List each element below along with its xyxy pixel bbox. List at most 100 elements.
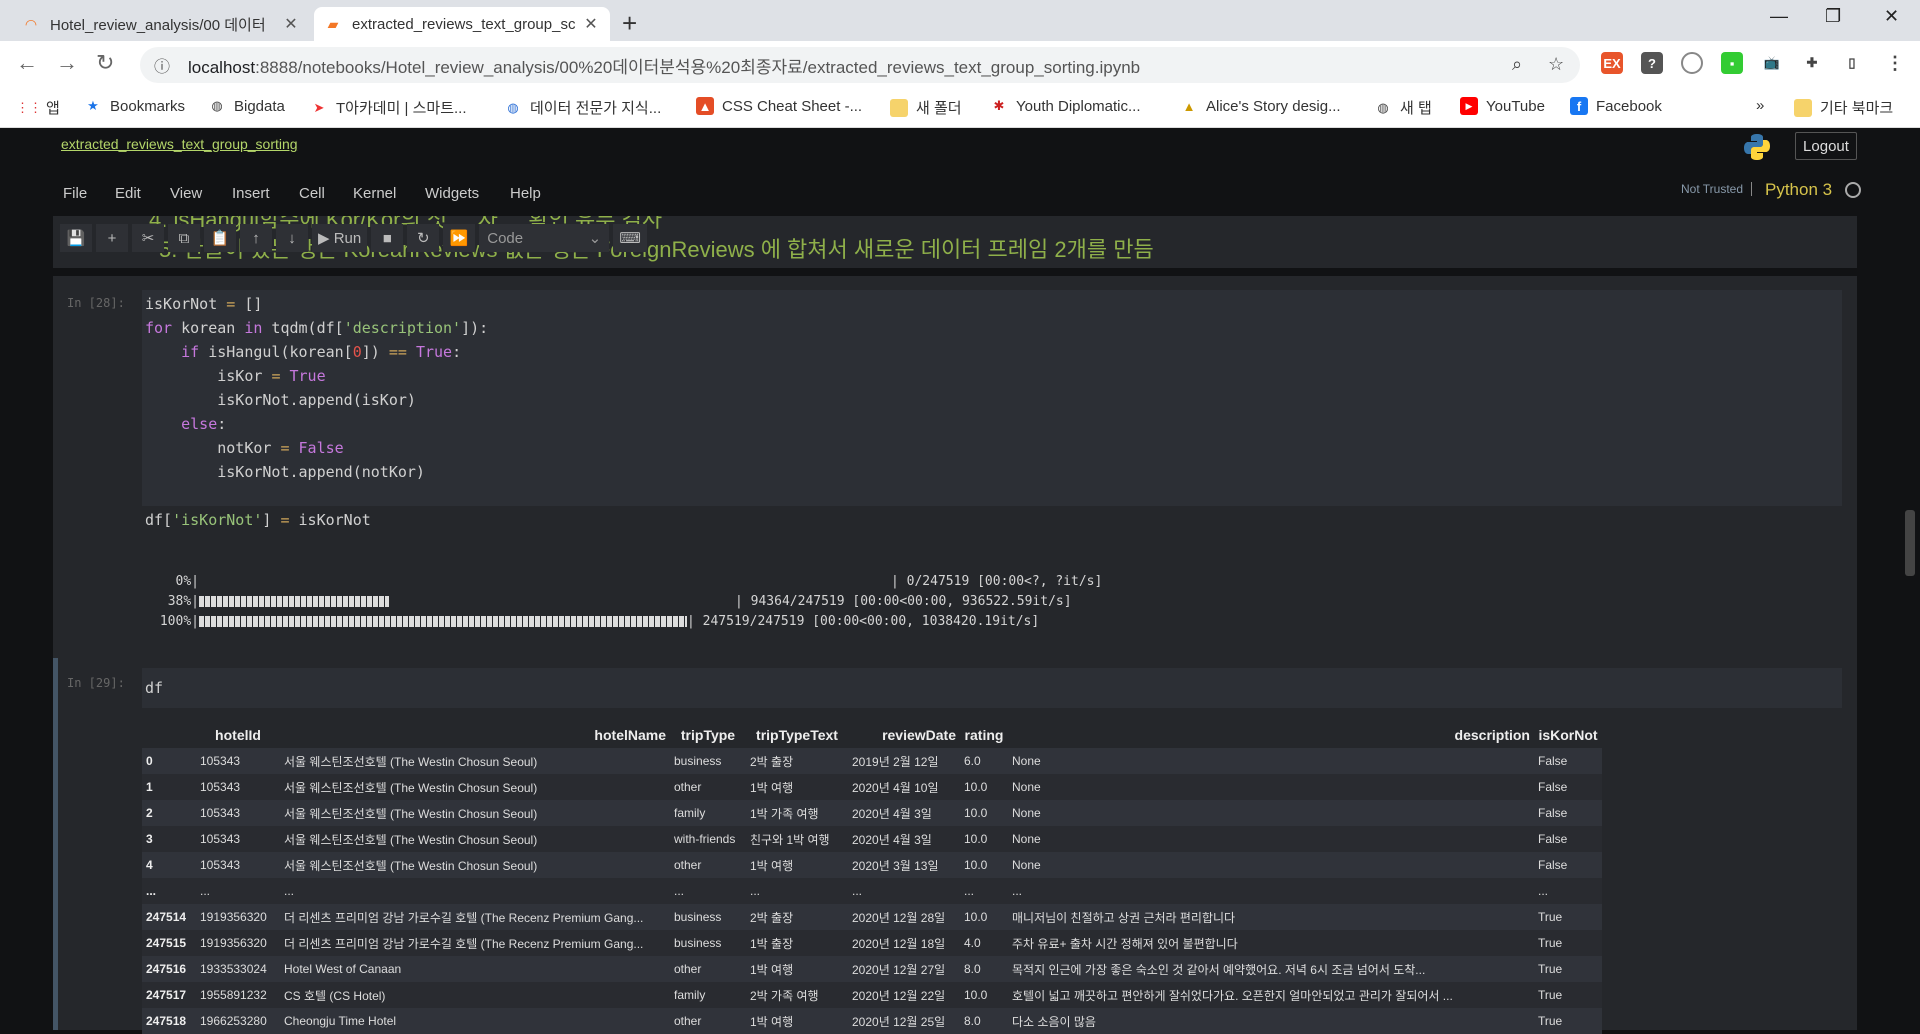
table-row: 2 105343 서울 웨스틴조선호텔 (The Westin Chosun Seo…	[142, 800, 1602, 826]
address-bar[interactable]: ⓘ localhost:8888/notebooks/Hotel_review_…	[140, 47, 1580, 83]
table-header-row: hotelId hotelName tripType tripTypeText …	[142, 722, 1602, 748]
bookmark-bigdata[interactable]: ◍ Bigdata	[208, 97, 285, 115]
menu-cell[interactable]: Cell	[299, 185, 325, 202]
progress-bar	[199, 616, 687, 627]
phone-extension-icon[interactable]: ▯	[1841, 52, 1863, 74]
table-cell: 더 리센츠 프리미엄 강남 가로수길 호텔 (The Recenz Premiu…	[280, 904, 670, 930]
table-cell: False	[1534, 800, 1602, 826]
bookmark-label: CSS Cheat Sheet -...	[722, 97, 863, 115]
tab-extracted-reviews[interactable]: ▰ extracted_reviews_text_group_sc ✕	[314, 7, 610, 41]
menu-view[interactable]: View	[170, 185, 202, 202]
table-cell: 친구와 1박 여행	[746, 826, 848, 852]
table-cell: with-friends	[670, 826, 746, 852]
trust-status[interactable]: Not Trusted	[1681, 182, 1753, 196]
run-button[interactable]: ▶ Run	[312, 224, 368, 252]
progress-status: | 0/247519 [00:00<?, ?it/s]	[891, 574, 1103, 589]
table-cell: 105343	[196, 800, 280, 826]
table-cell: 서울 웨스틴조선호텔 (The Westin Chosun Seoul)	[280, 748, 670, 774]
stop-icon[interactable]: ■	[371, 224, 404, 252]
minimize-icon[interactable]: —	[1770, 6, 1788, 27]
restore-icon[interactable]: ❐	[1825, 6, 1841, 27]
table-row: 4 105343 서울 웨스틴조선호텔 (The Westin Chosun Seo…	[142, 852, 1602, 878]
restart-run-icon[interactable]: ⏩	[443, 224, 476, 252]
table-cell: 1박 여행	[746, 852, 848, 878]
add-cell-icon[interactable]: +	[96, 224, 128, 252]
table-cell: 1966253280	[196, 1008, 280, 1034]
table-row: 247514 1919356320 더 리센츠 프리미엄 강남 가로수길 호텔 (T…	[142, 904, 1602, 930]
bookmark-youtube[interactable]: ▶ YouTube	[1460, 97, 1545, 115]
move-up-icon[interactable]: ↑	[240, 224, 272, 252]
table-cell: 105343	[196, 852, 280, 878]
table-cell: family	[670, 982, 746, 1008]
puzzle-icon[interactable]: ✚	[1801, 52, 1823, 74]
table-cell: family	[670, 800, 746, 826]
row-index: 3	[142, 826, 196, 852]
progress-pct: 100%|	[159, 614, 199, 629]
cut-icon[interactable]: ✂	[132, 224, 164, 252]
facebook-icon: f	[1570, 97, 1588, 115]
code-cell-28[interactable]: In [28]: isKorNot = [] for korean in tqd…	[53, 276, 1857, 538]
table-cell: True	[1534, 982, 1602, 1008]
code-editor[interactable]: isKorNot = [] for korean in tqdm(df['des…	[142, 290, 1842, 529]
reload-icon[interactable]: ↻	[96, 50, 114, 76]
zoom-icon[interactable]: ⌕	[1512, 54, 1522, 75]
bookmark-facebook[interactable]: f Facebook	[1570, 97, 1662, 115]
bookmark-bookmarks[interactable]: ★ Bookmarks	[84, 97, 185, 115]
table-cell: None	[1008, 826, 1534, 852]
bookmark-other[interactable]: 기타 북마크	[1794, 97, 1893, 118]
cell-output-28: 0%| | 0/247519 [00:00<?, ?it/s] 38%| | 943…	[53, 538, 1857, 666]
restart-icon[interactable]: ↻	[407, 224, 440, 252]
close-icon[interactable]: ✕	[282, 14, 300, 34]
menu-kernel[interactable]: Kernel	[353, 185, 396, 202]
bookmark-new-folder[interactable]: 새 폴더	[890, 97, 962, 118]
copy-icon[interactable]: ⧉	[168, 224, 200, 252]
input-prompt: In [29]:	[67, 676, 125, 690]
table-cell: False	[1534, 852, 1602, 878]
star-icon[interactable]: ☆	[1548, 54, 1564, 75]
green-extension-icon[interactable]: ▪	[1721, 52, 1743, 74]
kebab-menu-icon[interactable]: ⋮	[1884, 52, 1906, 74]
tab-hotel-review-analysis[interactable]: ◠ Hotel_review_analysis/00 데이터 ✕	[12, 7, 310, 41]
bookmark-t-academy[interactable]: ➤ T아카데미 | 스마트...	[310, 97, 467, 118]
bookmark-data-expert[interactable]: ◍ 데이터 전문가 지식...	[504, 97, 661, 118]
column-header: hotelId	[215, 727, 261, 743]
bookmark-new-tab[interactable]: ◍ 새 탭	[1374, 97, 1431, 118]
bookmark-apps[interactable]: ⋮⋮ 앱	[16, 97, 60, 118]
bookmarks-overflow[interactable]: »	[1756, 97, 1764, 114]
save-icon[interactable]: 💾	[60, 224, 92, 252]
cell-type-select[interactable]: Code ⌄	[479, 224, 610, 252]
menu-file[interactable]: File	[63, 185, 87, 202]
menu-help[interactable]: Help	[510, 185, 541, 202]
bookmark-css-cheat-sheet[interactable]: ▲ CSS Cheat Sheet -...	[696, 97, 862, 115]
new-tab-icon[interactable]: +	[622, 8, 637, 39]
close-icon[interactable]: ✕	[582, 14, 600, 34]
bookmark-alices-story[interactable]: ▲ Alice's Story desig...	[1180, 97, 1341, 115]
table-cell: 2020년 4월 3일	[848, 800, 960, 826]
info-icon[interactable]: ⓘ	[154, 53, 174, 77]
record-extension-icon[interactable]	[1681, 52, 1703, 74]
page-scrollbar[interactable]	[1905, 510, 1915, 576]
code-editor[interactable]: df	[142, 668, 1842, 708]
ex-extension-icon[interactable]: EX	[1601, 52, 1623, 74]
notebook-name[interactable]: extracted_reviews_text_group_sorting	[61, 136, 298, 152]
table-cell: other	[670, 1008, 746, 1034]
tv-extension-icon[interactable]: 📺	[1761, 52, 1783, 74]
menu-insert[interactable]: Insert	[232, 185, 270, 202]
bookmark-label: 새 폴더	[916, 100, 962, 117]
menu-edit[interactable]: Edit	[115, 185, 141, 202]
bookmark-label: Youth Diplomatic...	[1016, 97, 1141, 115]
move-down-icon[interactable]: ↓	[276, 224, 308, 252]
logout-button[interactable]: Logout	[1795, 132, 1857, 160]
folder-icon	[1794, 98, 1812, 117]
paste-icon[interactable]: 📋	[204, 224, 236, 252]
bookmark-youth-diplomatic[interactable]: ✱ Youth Diplomatic...	[990, 97, 1141, 115]
table-cell: 10.0	[960, 774, 1008, 800]
back-icon[interactable]: ←	[16, 50, 38, 76]
row-index: 0	[142, 748, 196, 774]
window-close-icon[interactable]: ✕	[1884, 6, 1899, 27]
help-extension-icon[interactable]: ?	[1641, 52, 1663, 74]
keyboard-icon[interactable]: ⌨	[613, 224, 647, 252]
kernel-name[interactable]: Python 3	[1765, 180, 1832, 200]
forward-icon[interactable]: →	[56, 50, 78, 76]
menu-widgets[interactable]: Widgets	[425, 185, 479, 202]
